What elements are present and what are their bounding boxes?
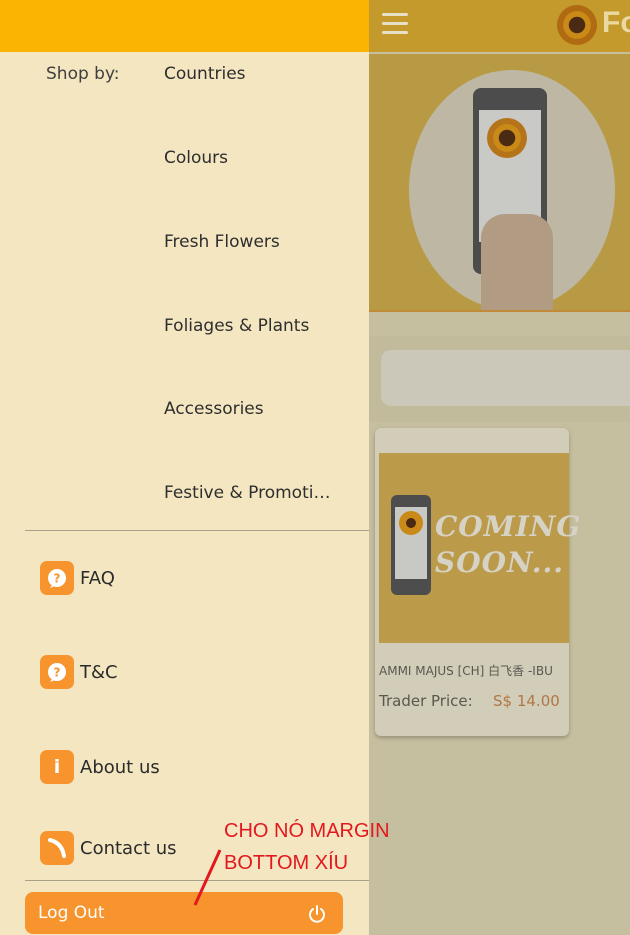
annotation-line-2: BOTTOM XÍU: [224, 852, 349, 874]
annotation-line: [193, 849, 222, 906]
annotation-text: CHO NÓ MARGIN BOTTOM XÍU: [224, 815, 390, 879]
annotation-line-1: CHO NÓ MARGIN: [224, 820, 390, 842]
